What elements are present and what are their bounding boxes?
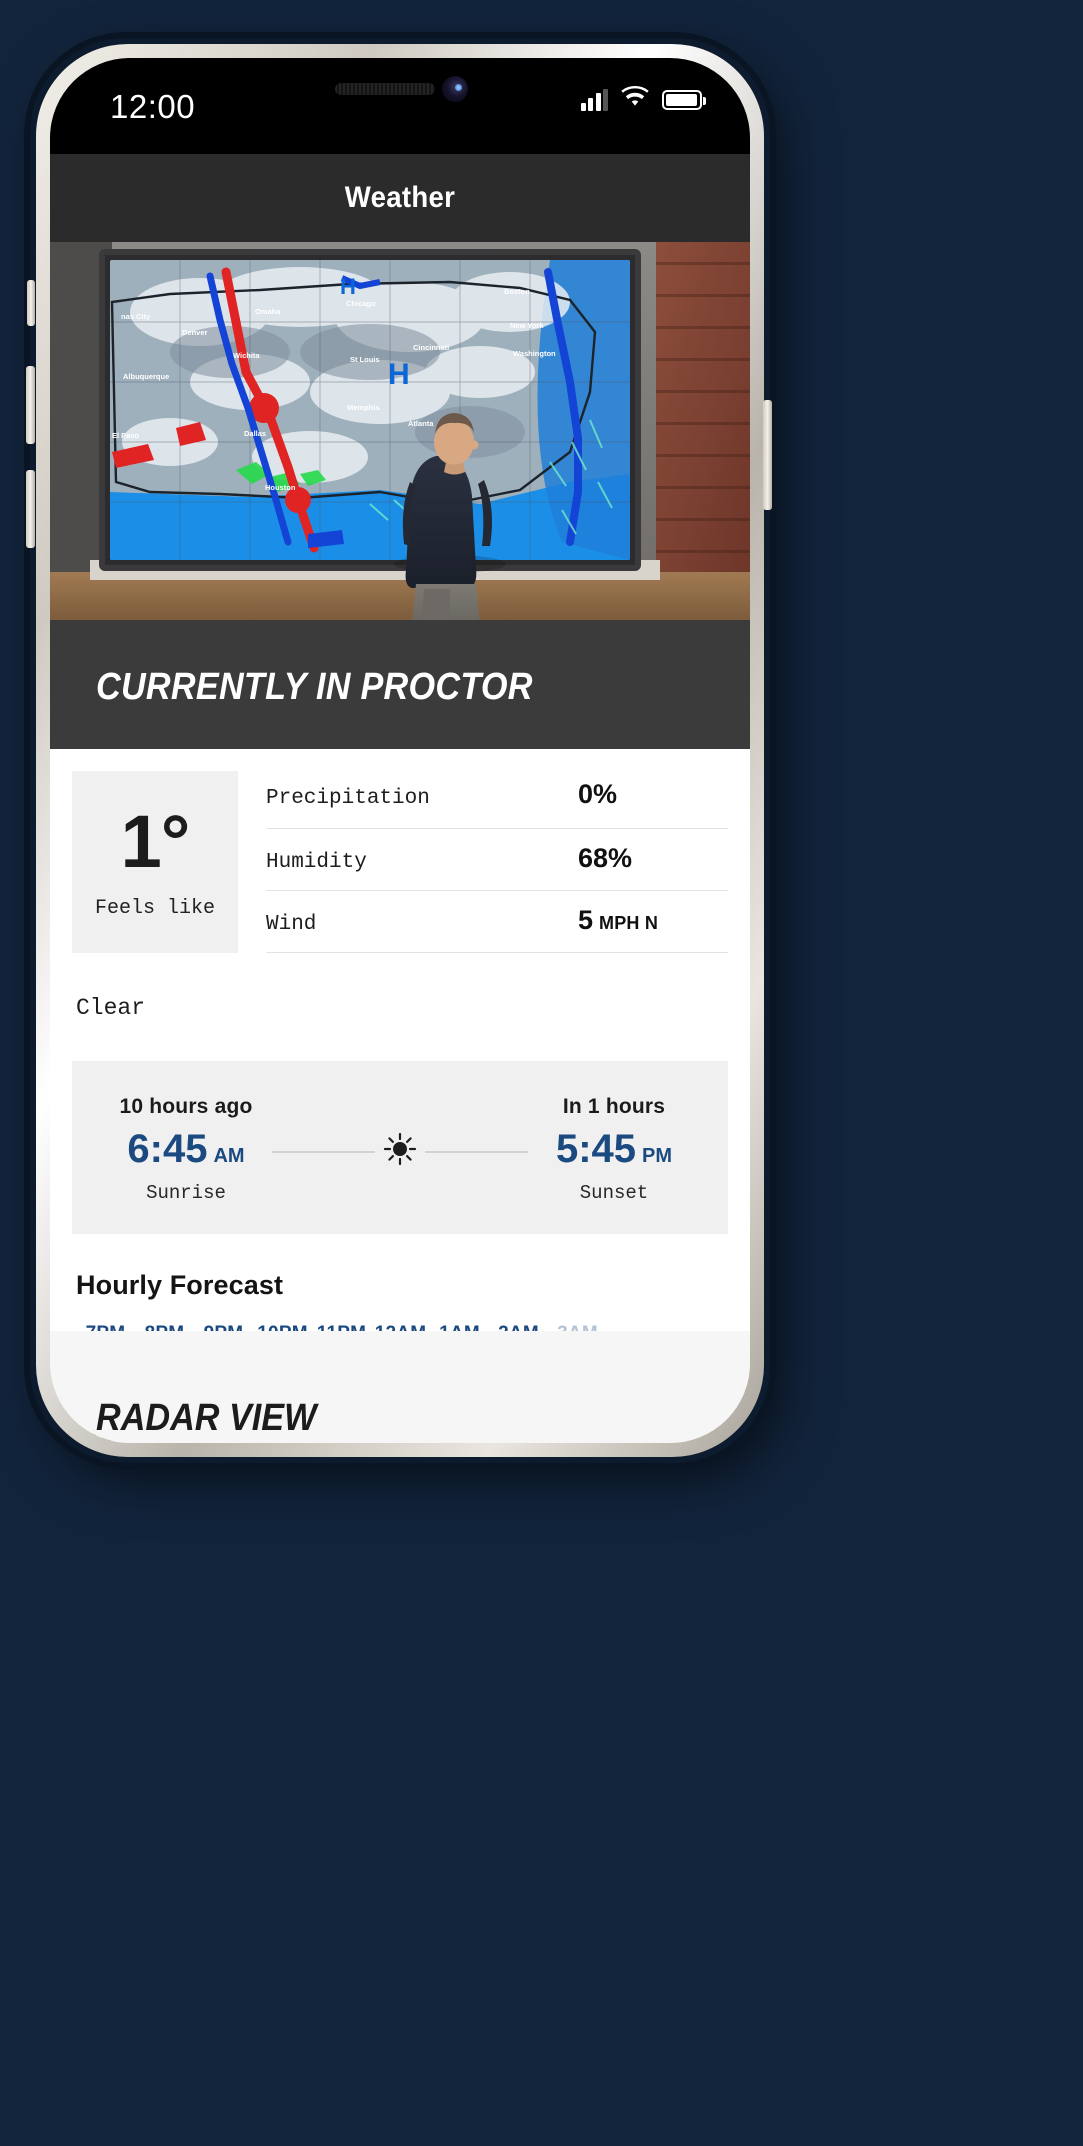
earpiece-speaker	[335, 83, 435, 95]
weather-app: Weather H H nas City Denver Omaha Chicag…	[50, 154, 750, 1443]
silent-switch-button[interactable]	[27, 280, 35, 326]
battery-full-icon	[662, 89, 706, 110]
sunset-column: In 1 hours 5:45 PM Sunset	[534, 1095, 694, 1204]
metric-unit: MPH N	[599, 913, 659, 933]
section-header: CURRENTLY IN PROCTOR	[50, 620, 750, 749]
sunrise-column: 10 hours ago 6:45 AM Sunrise	[106, 1095, 266, 1204]
weather-broadcast-video[interactable]: H H nas City Denver Omaha Chicago Boston…	[50, 242, 750, 620]
sunset-time-value: 5:45	[555, 1127, 637, 1171]
svg-text:Memphis: Memphis	[347, 403, 380, 412]
sunset-time: 5:45 PM	[534, 1127, 694, 1172]
next-section-peek[interactable]: RADAR VIEW	[50, 1331, 750, 1443]
metric-number: 5	[578, 905, 594, 935]
sun-panel: 10 hours ago 6:45 AM Sunrise In 1 hours …	[72, 1061, 728, 1234]
temperature-caption: Feels like	[94, 896, 216, 920]
sun-progress-track	[266, 1132, 534, 1171]
sunset-label: Sunset	[579, 1182, 649, 1204]
svg-text:Denver: Denver	[182, 328, 208, 337]
sun-icon	[383, 1132, 417, 1171]
wifi-icon	[621, 85, 649, 113]
section-title: CURRENTLY IN PROCTOR	[96, 666, 533, 708]
sunrise-time: 6:45 AM	[106, 1127, 266, 1172]
svg-text:New York: New York	[510, 321, 544, 330]
temperature-value: 1°	[120, 799, 191, 883]
svg-text:Wichita: Wichita	[233, 351, 260, 360]
cellular-signal-icon	[580, 88, 608, 111]
phone-screen: 12:00 Weather H H nas City Denver Omaha …	[50, 58, 750, 1443]
svg-text:Albuquerque: Albuquerque	[123, 372, 169, 381]
sunset-relative: In 1 hours	[562, 1095, 666, 1118]
sunrise-relative: 10 hours ago	[119, 1095, 253, 1118]
status-bar: 12:00	[50, 58, 750, 154]
metric-number: 0%	[578, 779, 618, 809]
sunrise-meridiem: AM	[213, 1145, 245, 1167]
metric-value: 5 MPH N	[578, 905, 728, 936]
svg-text:St Louis: St Louis	[350, 355, 380, 364]
metric-row-precipitation: Precipitation 0%	[266, 771, 728, 829]
metric-row-wind: Wind 5 MPH N	[266, 891, 728, 953]
volume-up-button[interactable]	[26, 366, 35, 444]
metric-row-humidity: Humidity 68%	[266, 829, 728, 891]
page-title: Weather	[344, 181, 456, 214]
current-conditions-row: 1° Feels like Precipitation 0% Humidity	[50, 749, 750, 953]
svg-text:Atlanta: Atlanta	[408, 419, 434, 428]
app-header-bar: Weather	[50, 154, 750, 242]
sunset-meridiem: PM	[642, 1145, 673, 1167]
sunrise-time-value: 6:45	[127, 1127, 208, 1171]
metric-value: 0%	[578, 779, 728, 810]
sunrise-label: Sunrise	[146, 1182, 226, 1204]
broadcast-still-image: H H nas City Denver Omaha Chicago Boston…	[50, 242, 750, 620]
hourly-forecast-title: Hourly Forecast	[76, 1270, 284, 1300]
power-button[interactable]	[763, 400, 772, 510]
track-line-right	[425, 1150, 528, 1153]
volume-down-button[interactable]	[26, 470, 35, 548]
svg-text:nas City: nas City	[121, 312, 151, 321]
feels-like-box: 1° Feels like	[72, 771, 238, 953]
metric-label: Wind	[266, 913, 317, 936]
metric-label: Humidity	[266, 851, 367, 874]
svg-text:El Paso: El Paso	[112, 431, 140, 440]
metric-number: 68%	[578, 843, 633, 873]
svg-text:H: H	[340, 274, 356, 299]
svg-text:Dallas: Dallas	[244, 429, 266, 438]
metric-label: Precipitation	[266, 787, 430, 810]
radar-view-title: RADAR VIEW	[96, 1397, 317, 1439]
svg-text:Houston: Houston	[265, 483, 296, 492]
front-camera-icon	[442, 76, 468, 102]
status-bar-clock: 12:00	[110, 88, 196, 125]
svg-text:Boston: Boston	[504, 287, 530, 296]
condition-text: Clear	[76, 995, 146, 1021]
svg-text:Cincinnati: Cincinnati	[413, 343, 449, 352]
svg-text:H: H	[388, 358, 410, 391]
svg-text:Chicago: Chicago	[346, 299, 376, 308]
status-bar-icons	[580, 85, 706, 113]
metric-value: 68%	[578, 843, 728, 874]
track-line-left	[272, 1150, 375, 1153]
svg-text:Omaha: Omaha	[255, 307, 281, 316]
metrics-list: Precipitation 0% Humidity 68% Wind 5 MPH…	[266, 771, 728, 953]
svg-text:Washington: Washington	[513, 349, 556, 358]
